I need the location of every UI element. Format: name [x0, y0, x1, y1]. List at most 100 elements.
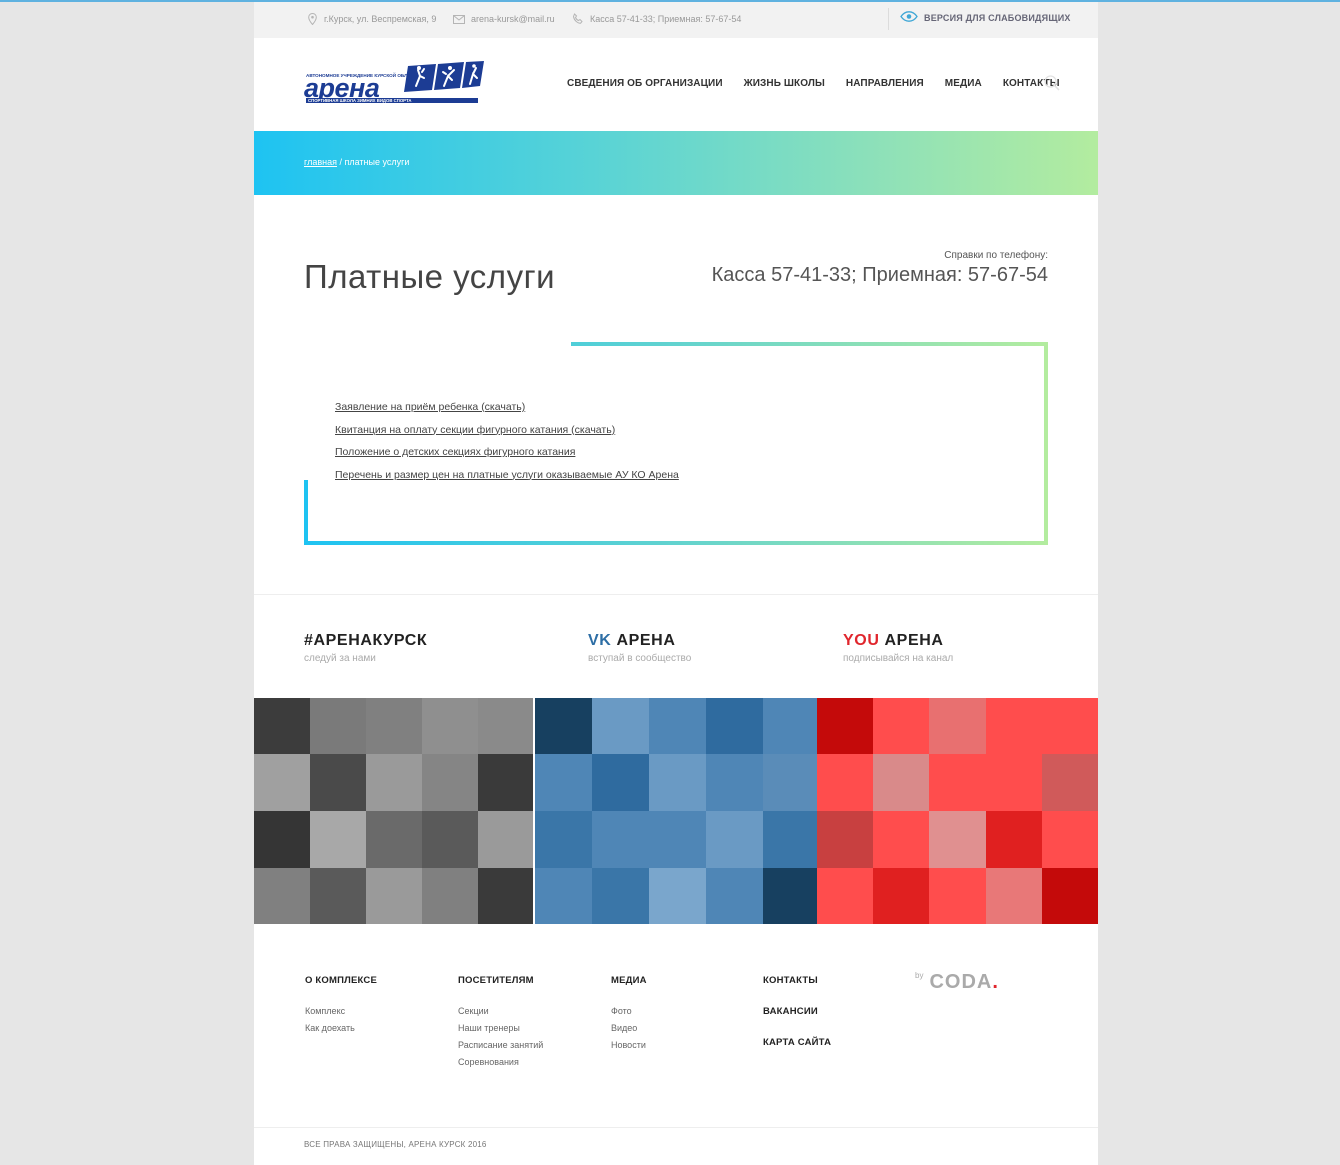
mosaic-photo-tile[interactable] [254, 868, 310, 924]
instagram-title[interactable]: #АРЕНАКУРСК [304, 632, 427, 650]
mosaic-photo-tile[interactable] [649, 754, 706, 811]
mosaic-photo-tile[interactable] [929, 698, 986, 754]
mosaic-photo-tile[interactable] [592, 698, 649, 754]
mosaic-photo-tile[interactable] [310, 754, 366, 811]
mosaic-photo-tile[interactable] [763, 811, 817, 868]
vision-version-label[interactable]: ВЕРСИЯ ДЛЯ СЛАБОВИДЯЩИХ [924, 13, 1071, 23]
mosaic-photo-tile[interactable] [254, 811, 310, 868]
mosaic-photo-tile[interactable] [366, 868, 422, 924]
footer-link-competitions[interactable]: Соревнования [458, 1057, 543, 1067]
mosaic-photo-tile[interactable] [535, 868, 592, 924]
mosaic-photo-tile[interactable] [929, 868, 986, 924]
mosaic-photo-tile[interactable] [366, 754, 422, 811]
mosaic-photo-tile[interactable] [478, 754, 533, 811]
coda-credit-logo[interactable]: by CODA. [915, 971, 998, 994]
site-logo[interactable]: АВТОНОМНОЕ УЧРЕЖДЕНИЕ КУРСКОЙ ОБЛАСТИ ар… [304, 60, 484, 104]
footer-sitemap-link[interactable]: КАРТА САЙТА [763, 1037, 831, 1048]
eye-icon [900, 11, 918, 24]
mosaic-photo-tile[interactable] [535, 698, 592, 754]
mosaic-photo-tile[interactable] [817, 754, 873, 811]
mosaic-photo-tile[interactable] [817, 868, 873, 924]
mosaic-photo-tile[interactable] [535, 754, 592, 811]
mosaic-photo-tile[interactable] [478, 698, 533, 754]
footer-link-video[interactable]: Видео [611, 1023, 647, 1033]
mosaic-photo-tile[interactable] [478, 868, 533, 924]
email-item[interactable]: arena-kursk@mail.ru [453, 13, 555, 25]
mosaic-photo-tile[interactable] [873, 754, 929, 811]
mosaic-photo-tile[interactable] [817, 698, 873, 754]
footer-link-trainers[interactable]: Наши тренеры [458, 1023, 543, 1033]
mosaic-photo-tile[interactable] [763, 698, 817, 754]
mosaic-photo-tile[interactable] [986, 754, 1042, 811]
footer-link-sections[interactable]: Секции [458, 1006, 543, 1016]
mosaic-photo-tile[interactable] [873, 698, 929, 754]
mosaic-photo-tile[interactable] [310, 698, 366, 754]
footer-link-photo[interactable]: Фото [611, 1006, 647, 1016]
mosaic-photo-tile[interactable] [1042, 868, 1098, 924]
mosaic-photo-tile[interactable] [706, 698, 763, 754]
mosaic-photo-tile[interactable] [310, 811, 366, 868]
footer-link-directions[interactable]: Как доехать [305, 1023, 377, 1033]
document-link-price-list[interactable]: Перечень и размер цен на платные услуги … [335, 468, 679, 483]
mosaic-photo-tile[interactable] [706, 868, 763, 924]
breadcrumb-home[interactable]: главная [304, 157, 337, 167]
email-text[interactable]: arena-kursk@mail.ru [471, 14, 555, 24]
mosaic-photo-tile[interactable] [254, 754, 310, 811]
mosaic-photo-tile[interactable] [649, 868, 706, 924]
youtube-title[interactable]: YOU АРЕНА [843, 632, 953, 650]
nav-item-school-life[interactable]: ЖИЗНЬ ШКОЛЫ [744, 78, 825, 89]
mosaic-photo-tile[interactable] [310, 868, 366, 924]
mosaic-photo-tile[interactable] [1042, 698, 1098, 754]
footer-link-complex[interactable]: Комплекс [305, 1006, 377, 1016]
mosaic-photo-tile[interactable] [986, 698, 1042, 754]
mosaic-photo-tile[interactable] [706, 754, 763, 811]
social-youtube[interactable]: YOU АРЕНА подписывайся на канал [843, 632, 953, 664]
mosaic-photo-tile[interactable] [1042, 754, 1098, 811]
mosaic-photo-tile[interactable] [706, 811, 763, 868]
nav-item-organization[interactable]: СВЕДЕНИЯ ОБ ОРГАНИЗАЦИИ [567, 78, 723, 89]
nav-item-directions[interactable]: НАПРАВЛЕНИЯ [846, 78, 924, 89]
mosaic-photo-tile[interactable] [1042, 811, 1098, 868]
mosaic-photo-tile[interactable] [535, 811, 592, 868]
mosaic-photo-tile[interactable] [649, 811, 706, 868]
social-instagram[interactable]: #АРЕНАКУРСК следуй за нами [304, 632, 427, 664]
social-vk[interactable]: VK АРЕНА вступай в сообщество [588, 632, 691, 664]
mosaic-photo-tile[interactable] [366, 811, 422, 868]
footer-visitors-title[interactable]: ПОСЕТИТЕЛЯМ [458, 975, 543, 986]
mosaic-photo-tile[interactable] [366, 698, 422, 754]
footer-contacts-link[interactable]: КОНТАКТЫ [763, 975, 831, 986]
mosaic-photo-tile[interactable] [478, 811, 533, 868]
footer-media-title[interactable]: МЕДИА [611, 975, 647, 986]
mosaic-photo-tile[interactable] [986, 811, 1042, 868]
vision-version-link[interactable]: ВЕРСИЯ ДЛЯ СЛАБОВИДЯЩИХ [900, 11, 1071, 24]
mosaic-photo-tile[interactable] [422, 698, 478, 754]
footer-complex-title[interactable]: О КОМПЛЕКСЕ [305, 975, 377, 986]
document-link-application[interactable]: Заявление на приём ребенка (скачать) [335, 400, 679, 415]
mosaic-photo-tile[interactable] [873, 811, 929, 868]
mosaic-photo-tile[interactable] [422, 811, 478, 868]
mosaic-photo-tile[interactable] [873, 868, 929, 924]
mosaic-photo-tile[interactable] [592, 868, 649, 924]
mosaic-photo-tile[interactable] [422, 754, 478, 811]
mosaic-photo-tile[interactable] [422, 868, 478, 924]
vk-title[interactable]: VK АРЕНА [588, 632, 691, 650]
mosaic-photo-tile[interactable] [649, 698, 706, 754]
mosaic-photo-tile[interactable] [986, 868, 1042, 924]
mosaic-photo-tile[interactable] [929, 811, 986, 868]
document-link-receipt[interactable]: Квитанция на оплату секции фигурного кат… [335, 423, 679, 438]
mosaic-photo-tile[interactable] [763, 868, 817, 924]
nav-item-media[interactable]: МЕДИА [945, 78, 982, 89]
mosaic-photo-tile[interactable] [763, 754, 817, 811]
mosaic-photo-tile[interactable] [817, 811, 873, 868]
mosaic-photo-tile[interactable] [592, 754, 649, 811]
mosaic-photo-tile[interactable] [592, 811, 649, 868]
location-pin-icon [306, 13, 318, 25]
mosaic-photo-tile[interactable] [929, 754, 986, 811]
footer-link-news[interactable]: Новости [611, 1040, 647, 1050]
search-button[interactable] [1044, 75, 1060, 96]
mosaic-photo-tile[interactable] [254, 698, 310, 754]
footer-jobs-link[interactable]: ВАКАНСИИ [763, 1006, 831, 1017]
document-link-regulations[interactable]: Положение о детских секциях фигурного ка… [335, 445, 679, 460]
footer-link-schedule[interactable]: Расписание занятий [458, 1040, 543, 1050]
social-photo-mosaic[interactable] [254, 698, 1098, 924]
